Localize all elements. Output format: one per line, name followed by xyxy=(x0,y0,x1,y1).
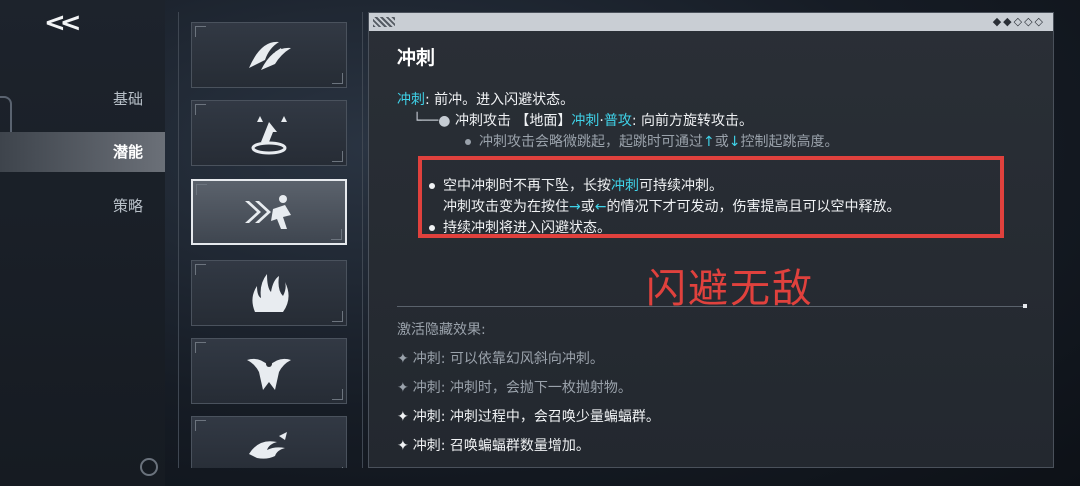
combo-term-dash: 冲刺 xyxy=(571,113,600,129)
hidden-effect-item: ✦ 冲刺: 冲刺过程中，会召唤少量蝙蝠群。 xyxy=(397,406,660,426)
panel-topbar: ◆◆◇◇◇ xyxy=(369,13,1053,31)
ability-card-flame-pillar[interactable] xyxy=(191,260,347,326)
sparkle-icon: ✦ xyxy=(397,409,409,425)
arrow-up-icon: ↑ xyxy=(703,134,715,150)
tab-strategy-label: 策略 xyxy=(112,197,143,215)
combo-term-attack: 普攻 xyxy=(603,113,632,129)
jump-text-b: 控制起跳高度。 xyxy=(740,134,839,150)
wing-slash-icon xyxy=(249,41,291,70)
arrow-down-icon: ↓ xyxy=(728,134,741,150)
combo-text: : 向前方旋转攻击。 xyxy=(631,113,754,129)
hidden-effect-text: 冲刺: 召唤蝙蝠群数量增加。 xyxy=(412,438,590,454)
hatch-decoration xyxy=(373,17,395,27)
highlight-box xyxy=(418,156,1004,238)
ability-list[interactable] xyxy=(178,12,363,468)
swirl-wind-icon xyxy=(249,432,287,459)
tree-branch-icon: └──● xyxy=(413,113,451,129)
jump-line: 冲刺攻击会略微跳起，起跳时可通过↑或↓控制起跳高度。 xyxy=(465,131,838,151)
hidden-effect-item: ✦ 冲刺: 召唤蝙蝠群数量增加。 xyxy=(397,435,590,455)
ability-card-wing-slash[interactable] xyxy=(191,22,347,88)
sparkle-icon: ✦ xyxy=(397,380,409,396)
combo-line: └──● 冲刺攻击 【地面】冲刺·普攻: 向前方旋转攻击。 xyxy=(413,110,753,130)
intro-text: : 前冲。进入闪避状态。 xyxy=(425,92,575,108)
search-icon[interactable] xyxy=(140,458,158,476)
annotation-caption: 闪避无敌 xyxy=(646,266,814,312)
hidden-effect-text: 冲刺: 可以依靠幻风斜向冲刺。 xyxy=(412,351,604,367)
back-button[interactable]: << xyxy=(44,8,81,38)
hidden-effect-text: 冲刺: 冲刺时，会抛下一枚抛射物。 xyxy=(412,380,632,396)
ability-card-bat-emblem[interactable] xyxy=(191,338,347,404)
ability-card-dash[interactable] xyxy=(191,179,347,245)
sparkle-icon: ✦ xyxy=(397,438,409,454)
jump-text-a: 冲刺攻击会略微跳起，起跳时可通过 xyxy=(479,134,703,150)
leap-icon xyxy=(251,116,287,155)
intro-line: 冲刺: 前冲。进入闪避状态。 xyxy=(397,89,574,109)
dash-runner-icon xyxy=(245,195,291,229)
sparkle-icon: ✦ xyxy=(397,351,409,367)
bullet-icon xyxy=(465,139,471,145)
ability-detail-panel: ◆◆◇◇◇ 冲刺 冲刺: 前冲。进入闪避状态。 └──● 冲刺攻击 【地面】冲刺… xyxy=(368,12,1054,468)
ability-card-leap[interactable] xyxy=(191,100,347,166)
hidden-effect-text: 冲刺: 冲刺过程中，会召唤少量蝙蝠群。 xyxy=(412,409,660,425)
ability-card-swirl-wind[interactable] xyxy=(191,416,347,468)
hidden-effect-item: ✦ 冲刺: 冲刺时，会抛下一枚抛射物。 xyxy=(397,377,632,397)
flame-pillar-icon xyxy=(252,274,289,312)
bat-emblem-icon xyxy=(247,358,291,390)
back-label: << xyxy=(44,8,81,38)
hidden-effects-header: 激活隐藏效果: xyxy=(397,322,486,338)
tab-potential[interactable]: 潜能 xyxy=(0,132,165,172)
intro-term: 冲刺 xyxy=(397,92,425,108)
combo-prefix: 冲刺攻击 【地面】 xyxy=(454,113,572,129)
tab-potential-label: 潜能 xyxy=(112,143,143,161)
tab-basic[interactable]: 基础 xyxy=(0,79,165,119)
tab-strategy[interactable]: 策略 xyxy=(0,186,165,226)
diamond-decoration-icon: ◆◆◇◇◇ xyxy=(992,15,1045,28)
category-sidebar: << 基础 潜能 策略 xyxy=(0,0,165,486)
hidden-effect-item: ✦ 冲刺: 可以依靠幻风斜向冲刺。 xyxy=(397,348,604,368)
tab-basic-label: 基础 xyxy=(112,90,143,108)
ability-title: 冲刺 xyxy=(397,47,436,69)
jump-or: 或 xyxy=(714,134,729,150)
